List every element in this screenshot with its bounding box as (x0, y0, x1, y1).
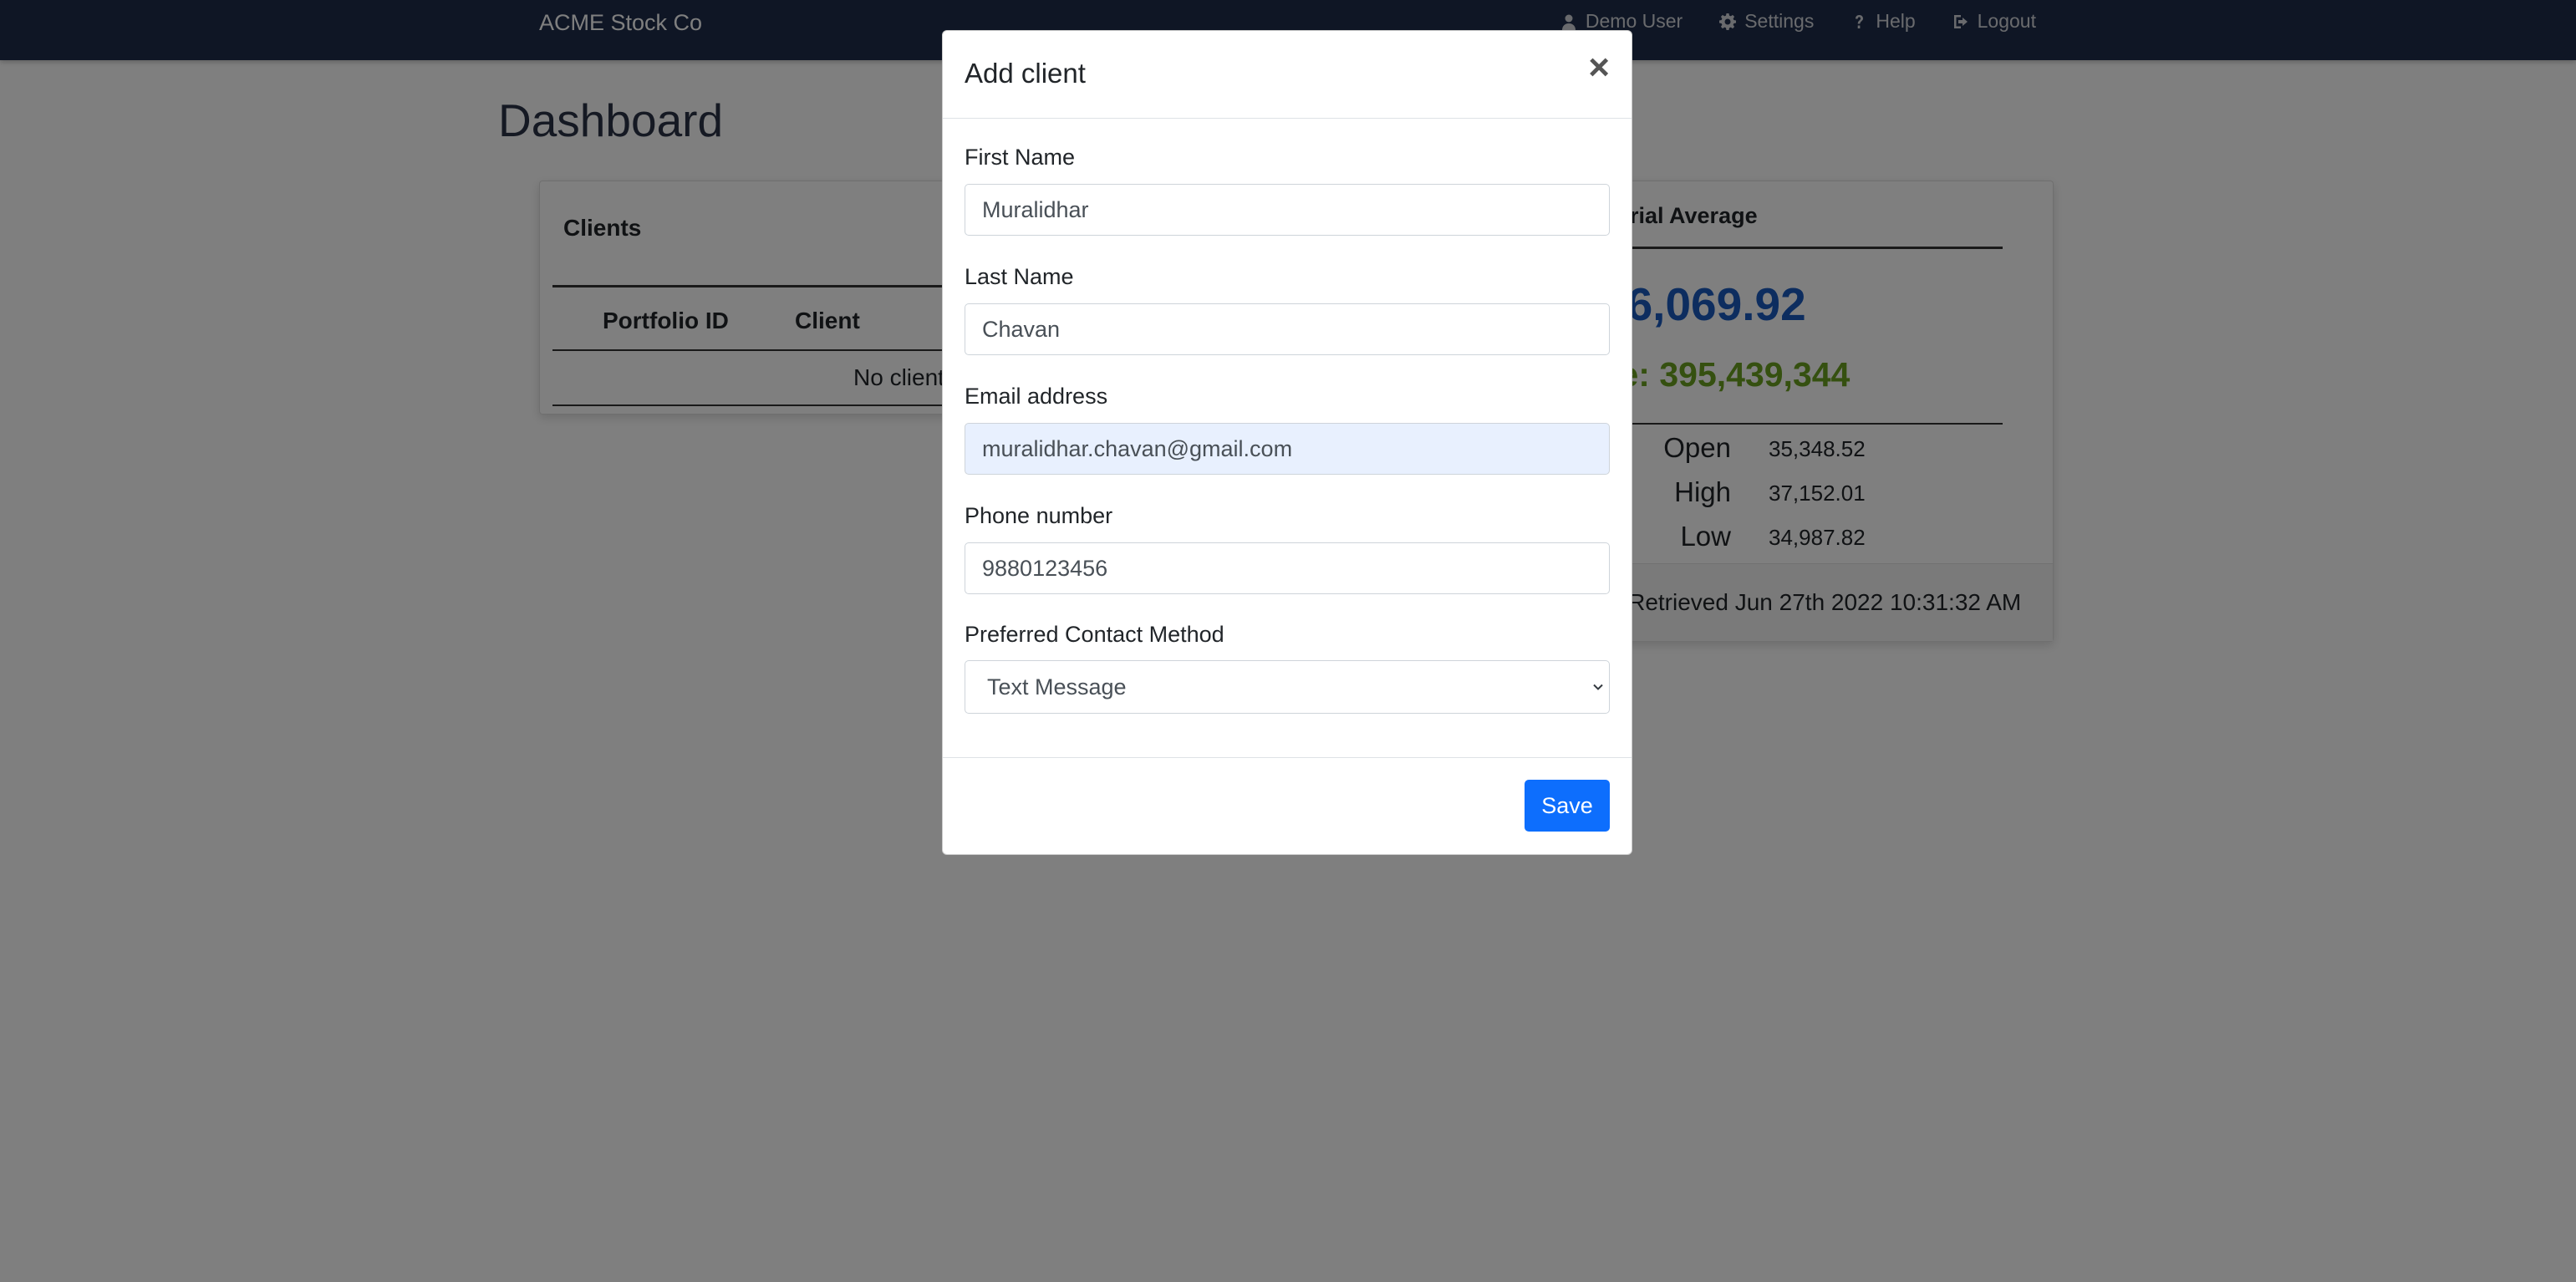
contact-method-select[interactable]: Text Message (965, 660, 1610, 714)
contact-method-selected-value: Text Message (987, 674, 1127, 700)
chevron-down-icon (1593, 684, 1603, 690)
contact-method-label: Preferred Contact Method (965, 622, 1224, 647)
last-name-field[interactable] (965, 303, 1610, 355)
close-icon[interactable]: × (1588, 49, 1610, 86)
modal-footer: Save (943, 757, 1632, 855)
email-label: Email address (965, 384, 1108, 409)
first-name-field[interactable] (965, 184, 1610, 236)
add-client-modal: Add client × First Name Last Name Email … (942, 30, 1632, 855)
modal-title: Add client (965, 58, 1086, 89)
first-name-label: First Name (965, 145, 1076, 170)
email-field[interactable] (965, 423, 1610, 475)
save-button[interactable]: Save (1525, 780, 1610, 832)
phone-field[interactable] (965, 542, 1610, 594)
last-name-label: Last Name (965, 264, 1074, 289)
modal-header: Add client × (943, 31, 1632, 119)
phone-label: Phone number (965, 503, 1113, 528)
